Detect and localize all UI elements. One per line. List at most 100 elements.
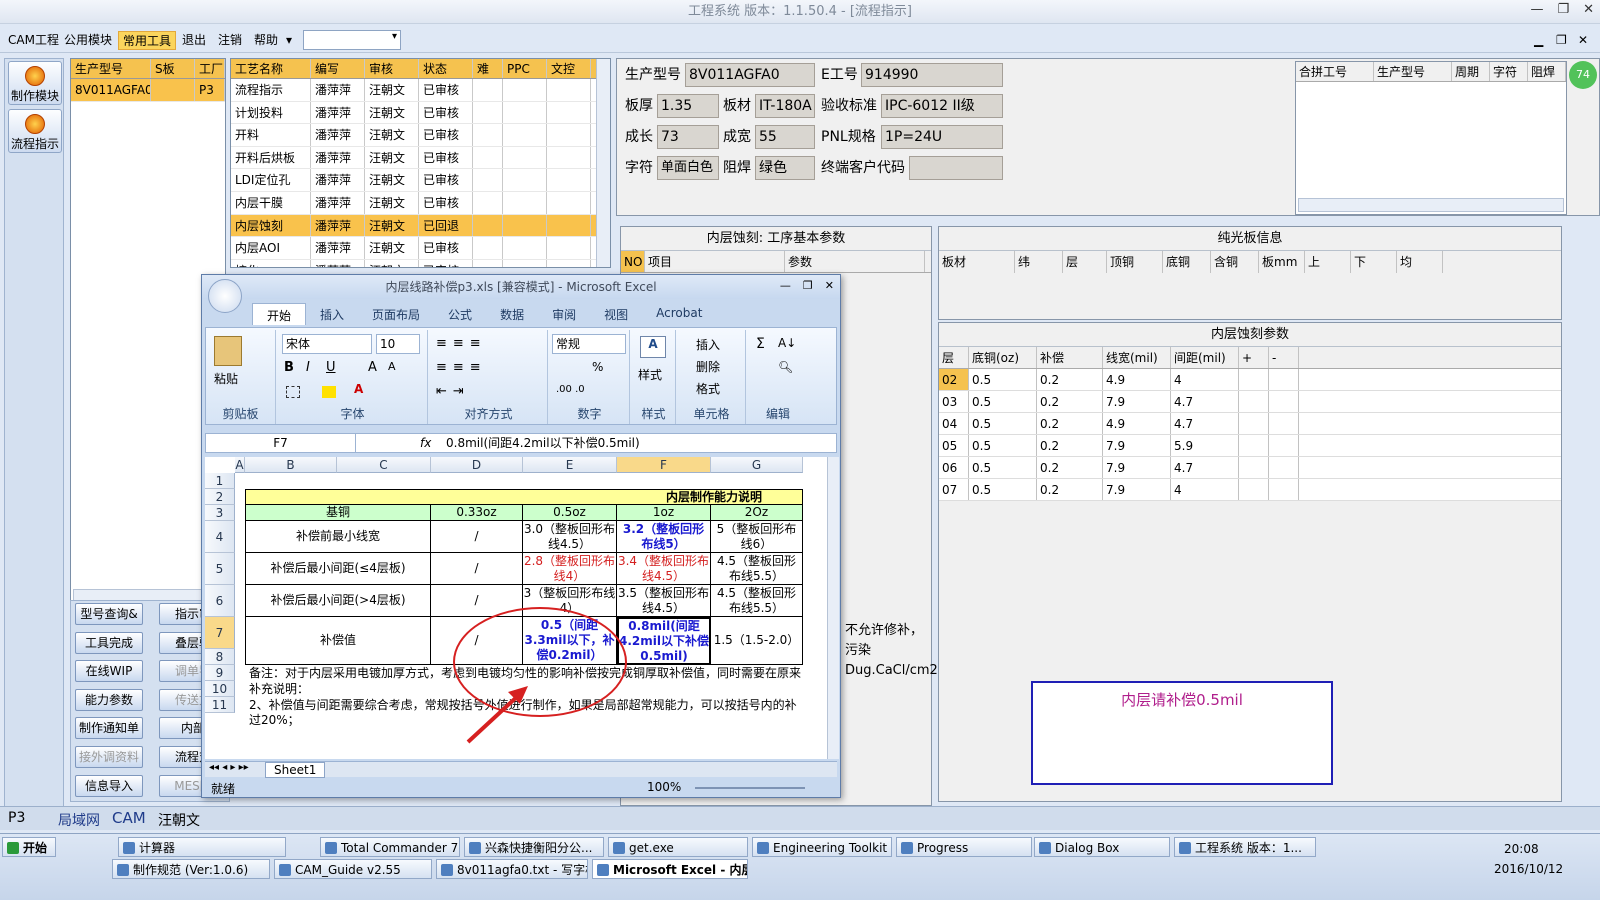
styles-icon[interactable]: A xyxy=(640,336,666,358)
col-header[interactable]: 生产型号 xyxy=(1374,62,1452,81)
mdi-close-icon[interactable]: ✕ xyxy=(1574,31,1592,50)
etch-row[interactable]: 02 0.5 0.2 4.9 4 xyxy=(939,369,1561,391)
border-icon[interactable] xyxy=(286,386,300,398)
h-scrollbar[interactable] xyxy=(1298,198,1564,212)
start-button[interactable]: 开始 xyxy=(2,837,56,857)
column-header[interactable]: G xyxy=(711,457,803,473)
note-text[interactable]: 2、补偿值与间距需要综合考虑，常规按括号外值进行制作，如果是局部超常规能力，可以… xyxy=(249,697,797,713)
length-field[interactable]: 73 xyxy=(657,125,719,149)
sheet-cell[interactable]: 3.5（整板回形布线4.5） xyxy=(617,585,711,617)
column-header[interactable]: D xyxy=(431,457,523,473)
minimize-icon[interactable]: — xyxy=(780,279,791,292)
thickness-field[interactable]: 1.35 xyxy=(657,94,719,118)
taskbar-item[interactable]: Engineering Toolkit 9.... xyxy=(752,837,892,857)
decimal-icons[interactable]: .00 .0 xyxy=(556,384,585,395)
sheet-cell[interactable]: 内层制作能力说明 xyxy=(245,489,803,505)
sheet-cell[interactable]: / xyxy=(431,585,523,617)
menu-cam[interactable]: CAM工程 xyxy=(4,31,63,50)
sheet-tab[interactable]: Sheet1 xyxy=(265,762,326,778)
sheet-cell[interactable]: 0.33oz xyxy=(431,505,523,521)
format-button[interactable]: 格式 xyxy=(696,380,720,397)
row-header[interactable]: 10 xyxy=(205,681,235,697)
col-header[interactable]: 审核 xyxy=(365,59,419,78)
col-header[interactable]: 状态 xyxy=(419,59,473,78)
e-no-field[interactable]: 914990 xyxy=(861,63,1003,87)
taskbar-item[interactable]: get.exe xyxy=(608,837,748,857)
etch-row[interactable]: 03 0.5 0.2 7.9 4.7 xyxy=(939,391,1561,413)
sheet-cell[interactable]: / xyxy=(431,521,523,553)
process-row[interactable]: 内层蚀刻 潘萍萍 汪朝文 已回退 xyxy=(231,214,610,238)
sheet-cell[interactable]: 补偿后最小间距(>4层板) xyxy=(245,585,431,617)
halign-icons[interactable]: ≡≡≡ xyxy=(436,360,487,375)
menu-help[interactable]: 帮助 xyxy=(250,31,282,50)
column-header[interactable]: B xyxy=(245,457,337,473)
sheet-cell[interactable]: 0.5（间距3.3mil以下，补偿0.2mil） xyxy=(523,617,617,665)
action-button[interactable]: 信息导入 xyxy=(75,774,143,797)
process-row[interactable]: 开料 潘萍萍 汪朝文 已审核 xyxy=(231,124,610,147)
taskbar-item[interactable]: 计算器 xyxy=(118,837,286,857)
row-header[interactable]: 2 xyxy=(205,489,235,505)
formula-input[interactable]: 0.8mil(间距4.2mil以下补偿0.5mil) xyxy=(446,434,640,452)
sheet-cell[interactable]: / xyxy=(431,617,523,665)
mask-field[interactable]: 绿色 xyxy=(755,156,815,180)
sheet-cell[interactable]: 0.5oz xyxy=(523,505,617,521)
row-header[interactable]: 11 xyxy=(205,697,235,713)
sheet-cell[interactable]: 3.0（整板回形布线4.5） xyxy=(523,521,617,553)
row-header[interactable]: 5 xyxy=(205,553,235,585)
ribbon-tab[interactable]: 审阅 xyxy=(538,303,590,325)
material-field[interactable]: IT-180A xyxy=(755,94,815,118)
width-field[interactable]: 55 xyxy=(755,125,815,149)
ribbon-tab[interactable]: 页面布局 xyxy=(358,303,434,325)
office-button[interactable] xyxy=(208,279,242,313)
taskbar-item[interactable]: Microsoft Excel - 内层... xyxy=(592,859,748,879)
process-row[interactable]: 流程指示 潘萍萍 汪朝文 已审核 xyxy=(231,79,610,102)
menu-tools[interactable]: 常用工具 xyxy=(118,31,177,50)
sheet-cell[interactable]: 0.8mil(间距4.2mil以下补偿0.5mil) xyxy=(617,617,711,665)
col-header[interactable]: 难 xyxy=(473,59,503,78)
row-header[interactable]: 6 xyxy=(205,585,235,617)
customer-field[interactable] xyxy=(909,156,1003,180)
sheet-cell[interactable]: 补偿后最小间距(≤4层板) xyxy=(245,553,431,585)
ribbon-tab[interactable]: 插入 xyxy=(306,303,358,325)
sheet-cell[interactable]: 5（整板回形布线6） xyxy=(711,521,803,553)
italic-button[interactable]: I xyxy=(306,360,310,375)
col-header[interactable]: S板 xyxy=(151,59,195,78)
underline-button[interactable]: U xyxy=(326,360,336,375)
col-header[interactable]: 字符 xyxy=(1490,62,1528,81)
col-header[interactable]: 编写 xyxy=(311,59,365,78)
column-header[interactable]: E xyxy=(523,457,617,473)
action-button[interactable]: 工具完成 xyxy=(75,631,143,654)
model-row[interactable]: 8V011AGFA0 P3 xyxy=(71,79,225,102)
make-module-button[interactable]: 制作模块 xyxy=(8,61,62,105)
menu-logout[interactable]: 注销 xyxy=(214,31,246,50)
etch-row[interactable]: 06 0.5 0.2 7.9 4.7 xyxy=(939,457,1561,479)
menu-exit[interactable]: 退出 xyxy=(178,31,210,50)
font-color-icon[interactable]: A xyxy=(354,382,363,396)
styles-button[interactable]: 样式 xyxy=(638,366,662,383)
taskbar-item[interactable]: 工程系统 版本：1... xyxy=(1174,837,1316,857)
sheet-cell[interactable]: 2Oz xyxy=(711,505,803,521)
col-header[interactable]: 周期 xyxy=(1452,62,1490,81)
number-format-select[interactable]: 常规 xyxy=(552,334,626,354)
sheet-cell[interactable]: 4.5（整板回形布线5.5） xyxy=(711,585,803,617)
v-scrollbar[interactable] xyxy=(827,457,839,759)
sheet-cell[interactable]: / xyxy=(431,553,523,585)
col-header[interactable]: 阻焊 xyxy=(1528,62,1566,81)
column-header[interactable]: C xyxy=(337,457,431,473)
zoom-slider[interactable] xyxy=(695,787,805,789)
col-header[interactable]: 生产型号 xyxy=(71,59,151,78)
taskbar-item[interactable]: CAM_Guide v2.55 xyxy=(274,859,432,879)
percent-icon[interactable]: % xyxy=(592,360,603,374)
process-row[interactable]: 棕化潘萍萍汪朝文已审核 xyxy=(231,259,610,267)
row-header[interactable]: 9 xyxy=(205,665,235,681)
sheet-cell[interactable]: 2.8（整板回形布线4） xyxy=(523,553,617,585)
action-button[interactable]: 能力参数 xyxy=(75,688,143,711)
char-field[interactable]: 单面白色 xyxy=(657,156,719,180)
model-field[interactable]: 8V011AGFA0 xyxy=(685,63,815,87)
paste-button[interactable]: 粘贴 xyxy=(214,370,238,387)
sheet-cell[interactable]: 1.5（1.5-2.0） xyxy=(711,617,803,665)
bold-button[interactable]: B xyxy=(284,360,294,375)
ribbon-tab[interactable]: 视图 xyxy=(590,303,642,325)
menu-dropdown-icon[interactable]: ▾ xyxy=(282,31,296,50)
row-header[interactable]: 3 xyxy=(205,505,235,521)
